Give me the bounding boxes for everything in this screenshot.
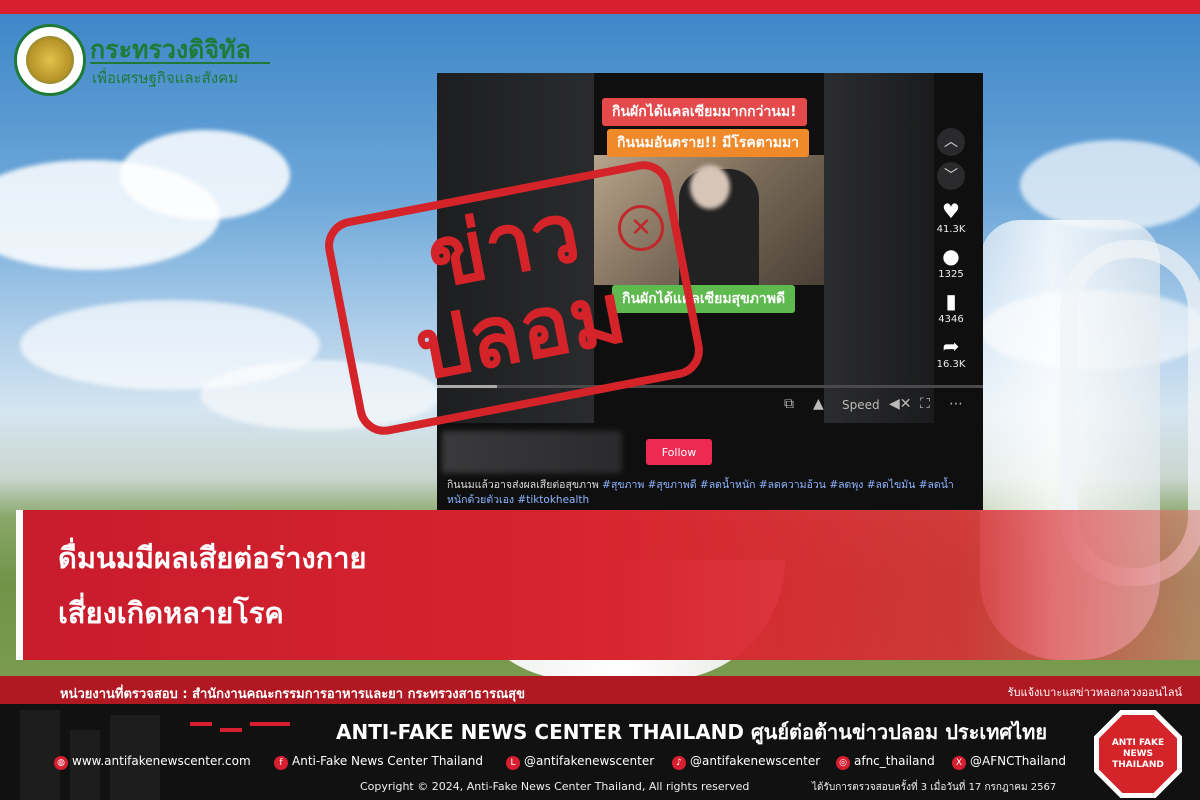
tiktok-link[interactable]: ♪ @antifakenewscenter (672, 754, 820, 770)
infographic: กระทรวงดิจิทัล เพื่อเศรษฐกิจและสังคม ✕ ก… (0, 0, 1200, 800)
verifying-agency: หน่วยงานที่ตรวจสอบ : สำนักงานคณะกรรมการอ… (60, 687, 525, 702)
pip-icon[interactable]: ⧉ (784, 396, 794, 412)
facebook-text: Anti-Fake News Center Thailand (292, 754, 484, 768)
mute-icon[interactable]: ◀✕ (889, 396, 912, 412)
report-tip-text: รับแจ้งเบาะแสข่าวหลอกลวงออนไลน์ (1007, 686, 1182, 699)
red-stripes-decoration (190, 722, 290, 734)
facebook-link[interactable]: f Anti-Fake News Center Thailand (274, 754, 483, 770)
fullscreen-icon[interactable]: ⛶ (920, 396, 930, 412)
caption-icon[interactable]: ▲ (813, 396, 824, 412)
line-icon: L (506, 756, 520, 770)
copyright: Copyright © 2024, Anti-Fake News Center … (360, 780, 750, 793)
video-description: กินนมแล้วอาจส่งผลเสียต่อสุขภาพ #สุขภาพ #… (447, 478, 967, 508)
likes-count: 41.3K (936, 224, 966, 235)
instagram-text: afnc_thailand (854, 754, 935, 768)
instagram-link[interactable]: ◎ afnc_thailand (836, 754, 935, 770)
garuda-emblem-icon (26, 36, 74, 84)
bookmark-icon[interactable]: ▮ (929, 290, 973, 312)
shares-count: 16.3K (936, 359, 966, 370)
top-red-bar (0, 0, 1200, 14)
ministry-logo (14, 24, 86, 96)
video-caption-1: กินผักได้แคลเซียมมากกว่านม! (602, 98, 807, 126)
stripe (220, 728, 242, 732)
follow-button[interactable]: Follow (646, 439, 712, 465)
ministry-title: กระทรวงดิจิทัล (90, 35, 251, 64)
x-icon: X (952, 756, 966, 770)
cloud (1020, 140, 1200, 230)
tiktok-icon: ♪ (672, 756, 686, 770)
globe-icon: ◍ (54, 756, 68, 770)
share-icon[interactable]: ➦ (929, 335, 973, 357)
line-text: @antifakenewscenter (524, 754, 655, 768)
comment-icon[interactable]: ● (929, 245, 973, 267)
video-side-actions: ︿ ﹀ ♥ 41.3K ● 1325 ▮ 4346 ➦ 16.3K (929, 128, 973, 370)
x-link[interactable]: X @AFNCThailand (952, 754, 1066, 770)
video-blur-right (824, 73, 934, 423)
comments-count: 1325 (938, 269, 964, 280)
verification-date: ได้รับการตรวจสอบครั้งที่ 3 เมื่อวันที่ 1… (812, 782, 1057, 793)
line-link[interactable]: L @antifakenewscenter (506, 754, 654, 770)
blurred-channel-name (442, 431, 622, 473)
website-text: www.antifakenewscenter.com (72, 754, 251, 768)
stripe (250, 722, 290, 726)
headline-accent-bar (16, 510, 23, 660)
chevron-down-icon[interactable]: ﹀ (937, 162, 965, 190)
website-link[interactable]: ◍ www.antifakenewscenter.com (54, 754, 251, 770)
facebook-icon: f (274, 756, 288, 770)
headline-line-1: ดื่มนมมีผลเสียต่อร่างกาย (58, 541, 367, 575)
heart-icon[interactable]: ♥ (929, 200, 973, 222)
blurred-face (690, 165, 730, 209)
x-text: @AFNCThailand (970, 754, 1066, 768)
badge-text: ANTI FAKE NEWS THAILAND (1111, 737, 1165, 770)
chevron-up-icon[interactable]: ︿ (937, 128, 965, 156)
stripe (190, 722, 212, 726)
headline-line-2: เสี่ยงเกิดหลายโรค (58, 596, 284, 630)
speed-button[interactable]: Speed (842, 398, 880, 412)
video-caption-2: กินนมอันตราย!! มีโรคตามมา (607, 129, 810, 157)
more-icon[interactable]: ⋯ (949, 396, 963, 412)
description-text: กินนมแล้วอาจส่งผลเสียต่อสุขภาพ (447, 479, 599, 491)
ministry-subtitle: เพื่อเศรษฐกิจและสังคม (92, 69, 239, 87)
cloud (120, 130, 290, 220)
tiktok-text: @antifakenewscenter (690, 754, 821, 768)
saves-count: 4346 (938, 314, 964, 325)
ministry-divider (90, 62, 270, 64)
instagram-icon: ◎ (836, 756, 850, 770)
afnc-title: ANTI-FAKE NEWS CENTER THAILAND ศูนย์ต่อต… (336, 720, 1048, 744)
headline-banner (16, 510, 1200, 660)
